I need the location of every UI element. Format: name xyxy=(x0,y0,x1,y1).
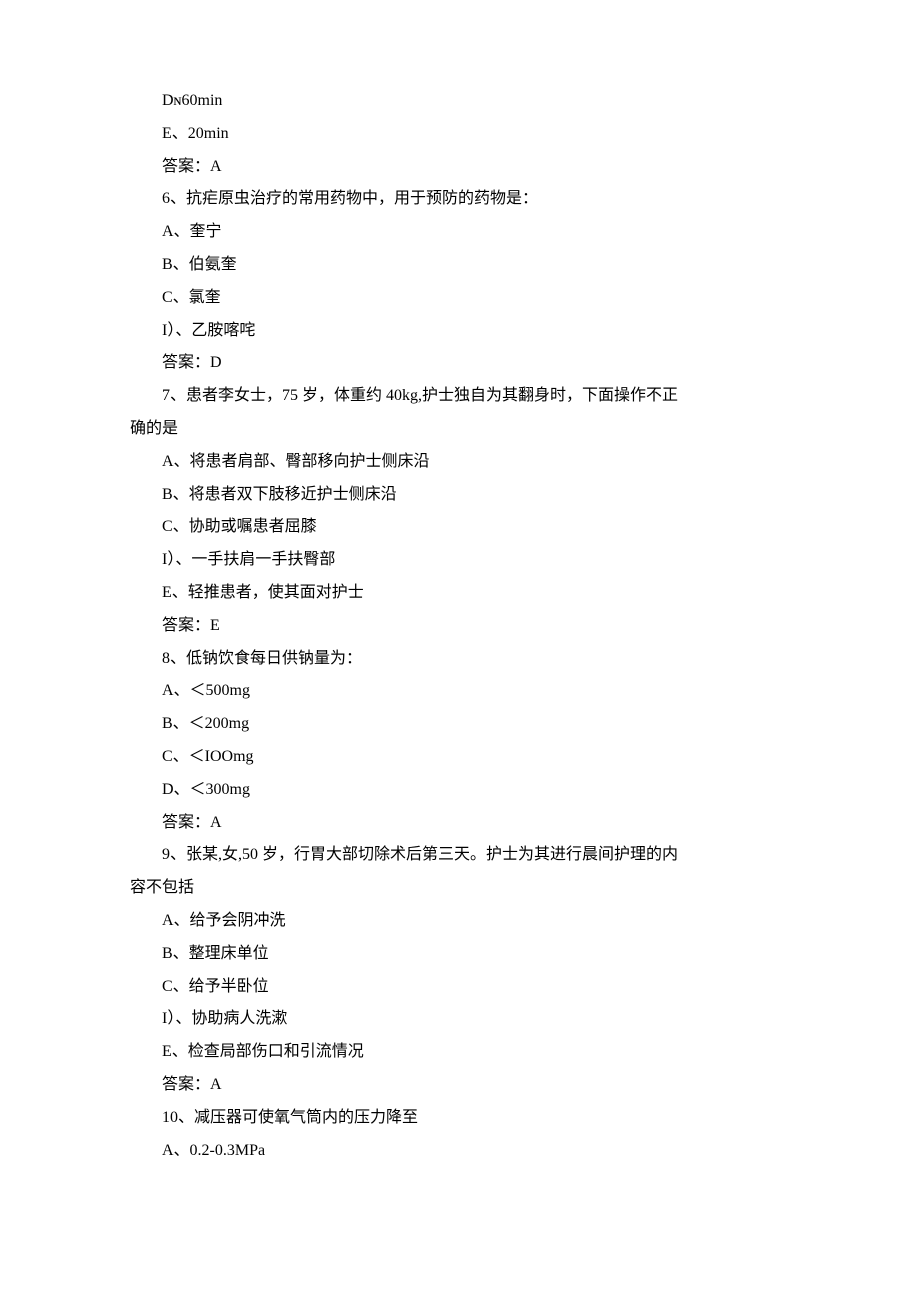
text-line: A、0.2-0.3MPa xyxy=(130,1135,790,1168)
text-line: 答案：A xyxy=(130,151,790,184)
text-line: C、协助或嘱患者屈膝 xyxy=(130,511,790,544)
text-line: 7、患者李女士，75 岁，体重约 40kg,护士独自为其翻身时，下面操作不正 xyxy=(130,380,790,413)
text-line: 9、张某,女,50 岁，行胃大部切除术后第三天。护士为其进行晨间护理的内 xyxy=(130,839,790,872)
text-line: E、检查局部伤口和引流情况 xyxy=(130,1036,790,1069)
text-line: 8、低钠饮食每日供钠量为： xyxy=(130,643,790,676)
text-line: B、将患者双下肢移近护士侧床沿 xyxy=(130,479,790,512)
text-line: I）、一手扶肩一手扶臀部 xyxy=(130,544,790,577)
text-line: A、将患者肩部、臀部移向护士侧床沿 xyxy=(130,446,790,479)
text-line: A、给予会阴冲洗 xyxy=(130,905,790,938)
text-line: 答案：E xyxy=(130,610,790,643)
text-line: I）、乙胺喀咤 xyxy=(130,315,790,348)
text-line: C、给予半卧位 xyxy=(130,971,790,1004)
text-line: 答案：D xyxy=(130,347,790,380)
text-line: Dɴ60min xyxy=(130,85,790,118)
text-line: 答案：A xyxy=(130,807,790,840)
text-line: E、20min xyxy=(130,118,790,151)
text-line: C、＜IOOmg xyxy=(130,741,790,774)
text-line: 容不包括 xyxy=(130,872,790,905)
text-line: 答案：A xyxy=(130,1069,790,1102)
text-line: A、＜500mg xyxy=(130,675,790,708)
text-line: A、奎宁 xyxy=(130,216,790,249)
document-page: Dɴ60minE、20min答案：A6、抗疟原虫治疗的常用药物中，用于预防的药物… xyxy=(0,0,920,1227)
text-line: C、氯奎 xyxy=(130,282,790,315)
text-line: 确的是 xyxy=(130,413,790,446)
text-line: 6、抗疟原虫治疗的常用药物中，用于预防的药物是： xyxy=(130,183,790,216)
text-line: B、整理床单位 xyxy=(130,938,790,971)
text-line: E、轻推患者，使其面对护士 xyxy=(130,577,790,610)
text-line: I）、协助病人洗漱 xyxy=(130,1003,790,1036)
text-line: B、＜200mg xyxy=(130,708,790,741)
text-line: D、＜300mg xyxy=(130,774,790,807)
text-line: 10、减压器可使氧气筒内的压力降至 xyxy=(130,1102,790,1135)
text-line: B、伯氨奎 xyxy=(130,249,790,282)
